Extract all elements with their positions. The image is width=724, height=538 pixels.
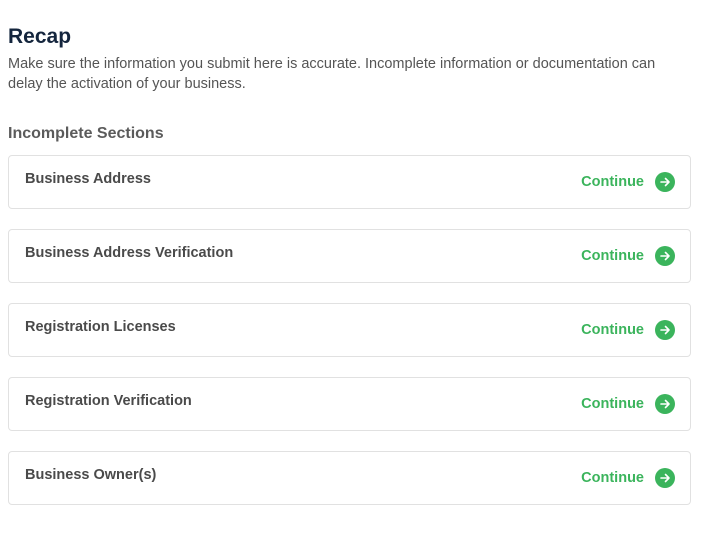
- section-label: Business Owner(s): [25, 467, 157, 483]
- continue-label: Continue: [581, 322, 644, 338]
- arrow-right-circle-icon: [655, 172, 675, 192]
- page-description: Make sure the information you submit her…: [8, 56, 656, 92]
- continue-button[interactable]: Continue: [581, 245, 675, 267]
- recap-page: Recap Make sure the information you subm…: [0, 0, 724, 538]
- arrow-right-circle-icon: [655, 246, 675, 266]
- section-card-registration-verification: Registration Verification Continue: [8, 377, 691, 431]
- continue-button[interactable]: Continue: [581, 171, 675, 193]
- continue-label: Continue: [581, 396, 644, 412]
- arrow-right-circle-icon: [655, 468, 675, 488]
- continue-label: Continue: [581, 248, 644, 264]
- section-card-business-address-verification: Business Address Verification Continue: [8, 229, 691, 283]
- section-label: Business Address Verification: [25, 245, 234, 261]
- incomplete-sections-list: Business Address Continue Business Addre…: [8, 155, 724, 505]
- incomplete-sections-heading: Incomplete Sections: [8, 125, 164, 142]
- arrow-right-circle-icon: [655, 394, 675, 414]
- section-card-business-owners: Business Owner(s) Continue: [8, 451, 691, 505]
- continue-button[interactable]: Continue: [581, 467, 675, 489]
- page-title: Recap: [8, 25, 72, 48]
- continue-label: Continue: [581, 470, 644, 486]
- continue-button[interactable]: Continue: [581, 319, 675, 341]
- continue-button[interactable]: Continue: [581, 393, 675, 415]
- continue-label: Continue: [581, 174, 644, 190]
- section-card-registration-licenses: Registration Licenses Continue: [8, 303, 691, 357]
- section-label: Business Address: [25, 171, 151, 187]
- section-label: Registration Licenses: [25, 319, 176, 335]
- section-card-business-address: Business Address Continue: [8, 155, 691, 209]
- section-label: Registration Verification: [25, 393, 192, 409]
- arrow-right-circle-icon: [655, 320, 675, 340]
